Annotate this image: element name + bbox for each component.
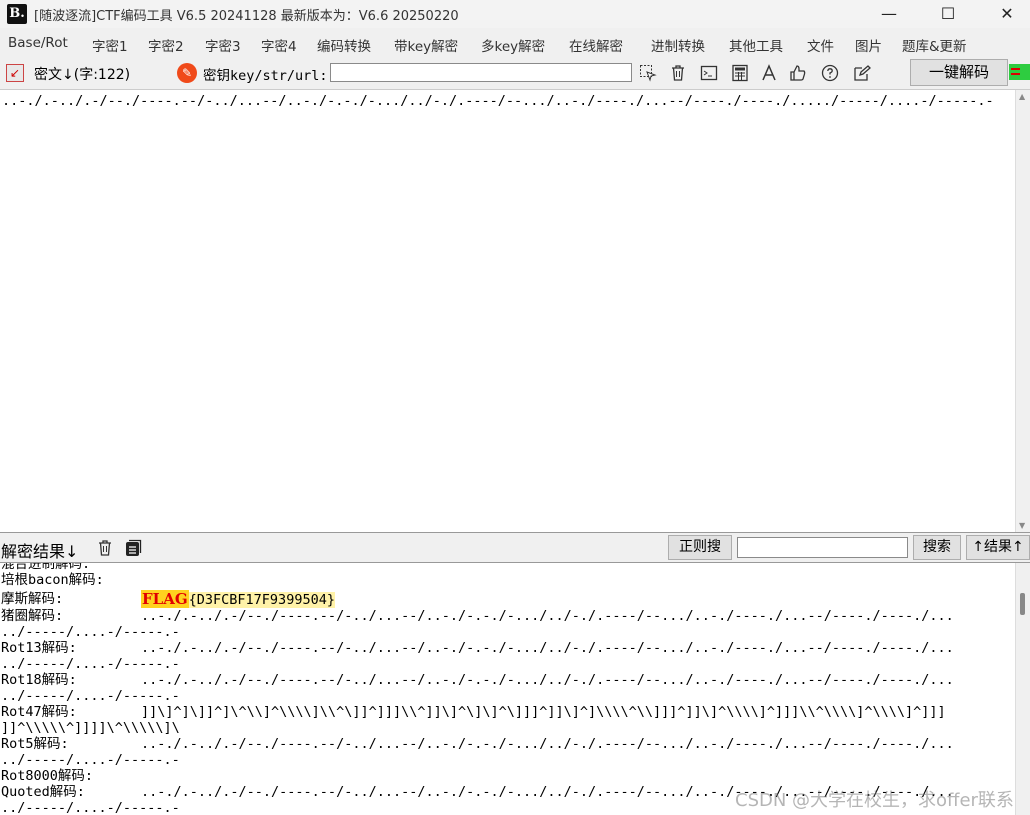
result-label: 猪圈解码: <box>1 608 64 624</box>
calculator-icon[interactable] <box>730 64 750 84</box>
app-logo: B. <box>7 4 27 24</box>
result-row-rot18: Rot18解码: ..-./.-../.-/--./----.--/-../...… <box>1 672 1011 688</box>
key-edit-icon[interactable]: ✎ <box>177 63 197 83</box>
result-value: ..-./.-../.-/--./----.--/-../...--/..-./… <box>141 672 954 688</box>
cipher-label: 密文↓(字:122) <box>34 67 131 83</box>
menu-key-decrypt[interactable]: 带key解密 <box>394 35 458 55</box>
menu-base-rot[interactable]: Base/Rot <box>8 35 68 51</box>
menu-zimi4[interactable]: 字密4 <box>261 35 297 55</box>
result-row-mixed-base: 混合进制解码: <box>1 562 1011 572</box>
menu-image[interactable]: 图片 <box>855 35 882 55</box>
help-icon[interactable] <box>820 64 840 84</box>
key-input[interactable] <box>330 63 632 82</box>
close-button[interactable]: ✕ <box>984 0 1030 28</box>
results-trash-icon[interactable] <box>96 539 114 561</box>
results-copy-icon[interactable] <box>124 539 142 561</box>
menu-other-tools[interactable]: 其他工具 <box>729 35 783 55</box>
result-value: ..-./.-../.-/--./----.--/-../...--/..-./… <box>141 640 954 656</box>
scroll-down-arrow-icon[interactable]: ▼ <box>1019 521 1025 530</box>
result-row-morse: 摩斯解码: FLAG{D3FCBF17F9399504} <box>1 590 1011 608</box>
menu-encoding-convert[interactable]: 编码转换 <box>317 35 371 55</box>
cipher-import-icon[interactable]: ↙ <box>6 64 24 82</box>
menu-base-convert[interactable]: 进制转换 <box>651 35 705 55</box>
result-value: FLAG{D3FCBF17F9399504} <box>141 590 335 608</box>
search-button[interactable]: 搜索 <box>913 535 961 560</box>
results-scroll-thumb[interactable] <box>1020 593 1025 615</box>
result-label: 培根bacon解码: <box>1 572 104 588</box>
toolbar: ↙ 密文↓(字:122) ✎ 密钥key/str/url: 一键解码 <box>0 59 1030 89</box>
key-label: 密钥key/str/url: <box>203 68 328 84</box>
flag-content: {D3FCBF17F9399504} <box>188 592 335 608</box>
select-icon[interactable] <box>638 64 658 84</box>
result-label: Rot5解码: <box>1 736 69 752</box>
result-label: Rot18解码: <box>1 672 77 688</box>
window-title: [随波逐流]CTF编码工具 V6.5 20241128 最新版本为：V6.6 2… <box>34 9 459 24</box>
result-row-continuation: ../-----/....-/-----.- <box>1 688 180 704</box>
flag-highlight: FLAG <box>141 590 189 608</box>
scroll-up-arrow-icon[interactable]: ▲ <box>1019 92 1025 101</box>
result-value: ..-./.-../.-/--./----.--/-../...--/..-./… <box>141 736 954 752</box>
result-label: Rot13解码: <box>1 640 77 656</box>
title-bar: B. [随波逐流]CTF编码工具 V6.5 20241128 最新版本为：V6.… <box>0 0 1030 28</box>
regex-search-button[interactable]: 正则搜 <box>668 535 732 560</box>
result-value: ..-./.-../.-/--./----.--/-../...--/..-./… <box>141 608 954 624</box>
minimize-button[interactable]: — <box>866 0 912 28</box>
results-textarea[interactable]: 混合进制解码: 培根bacon解码: 摩斯解码: FLAG{D3FCBF17F93… <box>0 562 1030 815</box>
result-row-continuation: ../-----/....-/-----.- <box>1 656 180 672</box>
menu-zimi1[interactable]: 字密1 <box>92 35 128 55</box>
one-click-decode-button[interactable]: 一键解码 <box>910 59 1008 86</box>
menu-zimi3[interactable]: 字密3 <box>205 35 241 55</box>
result-up-button[interactable]: ↑结果↑ <box>966 535 1030 560</box>
menu-question-bank[interactable]: 题库&更新 <box>902 35 967 55</box>
edit-icon[interactable] <box>852 64 872 84</box>
result-value: ]]\]^]\]]^]\^\\]^\\\\]\\^\]]^]]]\\^]]\]^… <box>141 704 946 720</box>
result-label: Rot47解码: <box>1 704 77 720</box>
cipher-scrollbar[interactable]: ▲ ▼ <box>1015 90 1030 532</box>
result-row-rot47: Rot47解码: ]]\]^]\]]^]\^\\]^\\\\]\\^\]]^]]]… <box>1 704 1011 720</box>
result-row-pigpen: 猪圈解码: ..-./.-../.-/--./----.--/-../...--/… <box>1 608 1011 624</box>
watermark: CSDN @大学在校生，求offer联系 <box>735 790 1014 811</box>
menu-multikey-decrypt[interactable]: 多key解密 <box>481 35 545 55</box>
result-row-continuation: ../-----/....-/-----.- <box>1 624 180 640</box>
menu-file[interactable]: 文件 <box>807 35 834 55</box>
menu-online-decrypt[interactable]: 在线解密 <box>569 35 623 55</box>
results-scrollbar[interactable] <box>1015 563 1030 815</box>
results-bar: 解密结果↓ 正则搜 搜索 ↑结果↑ <box>0 534 1030 562</box>
terminal-icon[interactable] <box>699 64 719 84</box>
results-search-input[interactable] <box>737 537 908 558</box>
result-label: Rot8000解码: <box>1 768 94 784</box>
toggle-indicator-icon[interactable] <box>1009 64 1030 80</box>
maximize-button[interactable]: ☐ <box>925 0 971 28</box>
result-label: 摩斯解码: <box>1 591 64 607</box>
thumbs-up-icon[interactable] <box>788 64 808 84</box>
menu-zimi2[interactable]: 字密2 <box>148 35 184 55</box>
results-label: 解密结果↓ <box>1 542 79 561</box>
result-row-bacon: 培根bacon解码: <box>1 572 1011 588</box>
result-label: Quoted解码: <box>1 784 85 800</box>
result-row-continuation: ../-----/....-/-----.- <box>1 752 180 768</box>
result-row-rot5: Rot5解码: ..-./.-../.-/--./----.--/-../...-… <box>1 736 1011 752</box>
cipher-textarea[interactable]: ..-./.-../.-/--./----.--/-../...--/..-./… <box>0 89 1030 533</box>
trash-icon[interactable] <box>668 64 688 84</box>
result-row-rot8000: Rot8000解码: <box>1 768 1011 784</box>
font-icon[interactable] <box>759 64 779 84</box>
result-row-rot13: Rot13解码: ..-./.-../.-/--./----.--/-../...… <box>1 640 1011 656</box>
result-label: 混合进制解码: <box>1 562 91 572</box>
result-row-continuation: ]]^\\\\\^]]]]\^\\\\\]\ <box>1 720 180 736</box>
menu-bar: Base/Rot 字密1 字密2 字密3 字密4 编码转换 带key解密 多ke… <box>0 31 1030 56</box>
cipher-text: ..-./.-../.-/--./----.--/-../...--/..-./… <box>2 93 994 109</box>
results-list: 混合进制解码: 培根bacon解码: 摩斯解码: FLAG{D3FCBF17F93… <box>1 562 1011 815</box>
